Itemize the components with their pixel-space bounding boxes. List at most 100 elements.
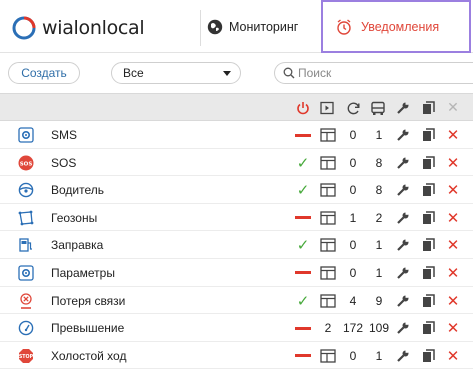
wrench-icon[interactable] — [395, 237, 411, 253]
delete-icon[interactable]: ✕ — [445, 320, 461, 336]
delete-icon[interactable]: ✕ — [445, 155, 461, 171]
wrench-icon[interactable] — [395, 155, 411, 171]
wrench-icon[interactable] — [395, 100, 411, 116]
notification-row[interactable]: Параметры 0 1 ✕ — [0, 258, 473, 287]
notification-row[interactable]: Водитель ✓ 0 8 ✕ — [0, 176, 473, 204]
nav-notifications[interactable]: Уведомления — [321, 0, 471, 53]
create-button[interactable]: Создать — [8, 62, 80, 84]
search-box[interactable] — [274, 62, 473, 84]
wrench-icon[interactable] — [395, 127, 411, 143]
notification-row[interactable]: Превышение 2 172 109 ✕ — [0, 314, 473, 342]
refresh-icon[interactable] — [345, 100, 361, 116]
svg-text:STOP: STOP — [19, 354, 34, 360]
window-icon — [318, 155, 338, 171]
notification-row[interactable]: Геозоны 1 2 ✕ — [0, 203, 473, 232]
count-value: 0 — [349, 155, 357, 170]
wrench-icon[interactable] — [395, 320, 411, 336]
notification-row[interactable]: SOS SOS ✓ 0 8 ✕ — [0, 148, 473, 177]
copy-icon[interactable] — [420, 210, 436, 226]
copy-icon[interactable] — [420, 320, 436, 336]
window-icon — [318, 127, 338, 143]
wrench-icon[interactable] — [395, 348, 411, 364]
search-input[interactable] — [298, 66, 448, 80]
top-header: wialonlocal Мониторинг Уведомления — [0, 0, 473, 53]
notification-name[interactable]: Параметры — [51, 266, 115, 280]
window-icon — [318, 210, 338, 226]
enabled-check-icon[interactable]: ✓ — [294, 155, 312, 171]
notification-name[interactable]: Потеря связи — [51, 294, 125, 308]
wrench-icon[interactable] — [395, 265, 411, 281]
delete-icon[interactable]: ✕ — [445, 210, 461, 226]
nav-monitoring-label: Мониторинг — [229, 20, 299, 34]
enabled-check-icon[interactable]: ✓ — [294, 237, 312, 253]
logo-text: wialonlocal — [42, 17, 145, 39]
copy-icon[interactable] — [420, 293, 436, 309]
copy-icon[interactable] — [420, 100, 436, 116]
notification-row[interactable]: SMS 0 1 ✕ — [0, 121, 473, 149]
count-value: 109 — [368, 321, 390, 336]
disabled-dash-icon[interactable] — [294, 210, 312, 226]
media-icon[interactable] — [319, 100, 335, 116]
disabled-dash-icon[interactable] — [294, 127, 312, 143]
notification-name[interactable]: Превышение — [51, 321, 124, 335]
copy-icon[interactable] — [420, 182, 436, 198]
delete-icon[interactable]: ✕ — [445, 265, 461, 281]
notification-name[interactable]: SMS — [51, 128, 77, 142]
disabled-dash-icon[interactable] — [294, 320, 312, 336]
count-value: 4 — [349, 293, 357, 308]
notifications-list: SMS 0 1 ✕ SOS SOS ✓ 0 8 ✕ Водитель ✓ 0 8… — [0, 121, 473, 370]
notification-name[interactable]: Холостой ход — [51, 349, 126, 363]
column-header-bar: ✕ — [0, 93, 473, 121]
delete-icon[interactable]: ✕ — [445, 237, 461, 253]
delete-icon[interactable]: ✕ — [445, 293, 461, 309]
nav-monitoring[interactable]: Мониторинг — [207, 16, 298, 38]
power-icon[interactable] — [295, 100, 311, 116]
copy-icon[interactable] — [420, 348, 436, 364]
enabled-check-icon[interactable]: ✓ — [294, 293, 312, 309]
search-icon — [283, 67, 295, 79]
count-value: 1 — [375, 128, 383, 142]
parameters-icon — [18, 265, 34, 281]
delete-icon[interactable]: ✕ — [445, 182, 461, 198]
svg-text:SOS: SOS — [20, 161, 33, 167]
filter-select-value: Все — [123, 66, 144, 80]
wrench-icon[interactable] — [395, 210, 411, 226]
delete-icon[interactable]: ✕ — [445, 348, 461, 364]
copy-icon[interactable] — [420, 155, 436, 171]
sms-icon — [18, 127, 34, 143]
enabled-check-icon[interactable]: ✓ — [294, 182, 312, 198]
geofence-icon — [18, 210, 34, 226]
count-value: 8 — [375, 155, 383, 170]
vehicle-icon[interactable] — [370, 100, 386, 116]
notification-name[interactable]: SOS — [51, 156, 76, 170]
notification-row[interactable]: Потеря связи ✓ 4 9 ✕ — [0, 286, 473, 315]
count-value: 1 — [375, 265, 383, 280]
toolbar: Создать Все — [0, 56, 473, 90]
notification-row[interactable]: Заправка ✓ 0 1 ✕ — [0, 231, 473, 259]
fuel-icon — [19, 238, 32, 253]
window-icon — [318, 293, 338, 309]
filter-select[interactable]: Все — [111, 62, 241, 84]
app-logo[interactable]: wialonlocal — [12, 14, 145, 42]
notification-row[interactable]: STOP Холостой ход 0 1 ✕ — [0, 341, 473, 370]
notification-name[interactable]: Геозоны — [51, 211, 97, 225]
count-value: 1 — [375, 238, 383, 253]
count-value: 0 — [349, 238, 357, 253]
notification-name[interactable]: Заправка — [51, 238, 103, 252]
wrench-icon[interactable] — [395, 293, 411, 309]
copy-icon[interactable] — [420, 127, 436, 143]
count-value: 2 — [375, 210, 383, 225]
copy-icon[interactable] — [420, 265, 436, 281]
notification-name[interactable]: Водитель — [51, 183, 104, 197]
wrench-icon[interactable] — [395, 182, 411, 198]
disabled-dash-icon[interactable] — [294, 348, 312, 364]
copy-icon[interactable] — [420, 237, 436, 253]
disabled-dash-icon[interactable] — [294, 265, 312, 281]
sos-icon: SOS — [18, 155, 34, 171]
delete-icon[interactable]: ✕ — [445, 127, 461, 143]
count-value: 1 — [349, 210, 357, 225]
header-divider — [200, 10, 201, 46]
driver-icon — [18, 182, 34, 198]
chevron-down-icon — [223, 71, 231, 76]
close-icon[interactable]: ✕ — [445, 100, 461, 116]
